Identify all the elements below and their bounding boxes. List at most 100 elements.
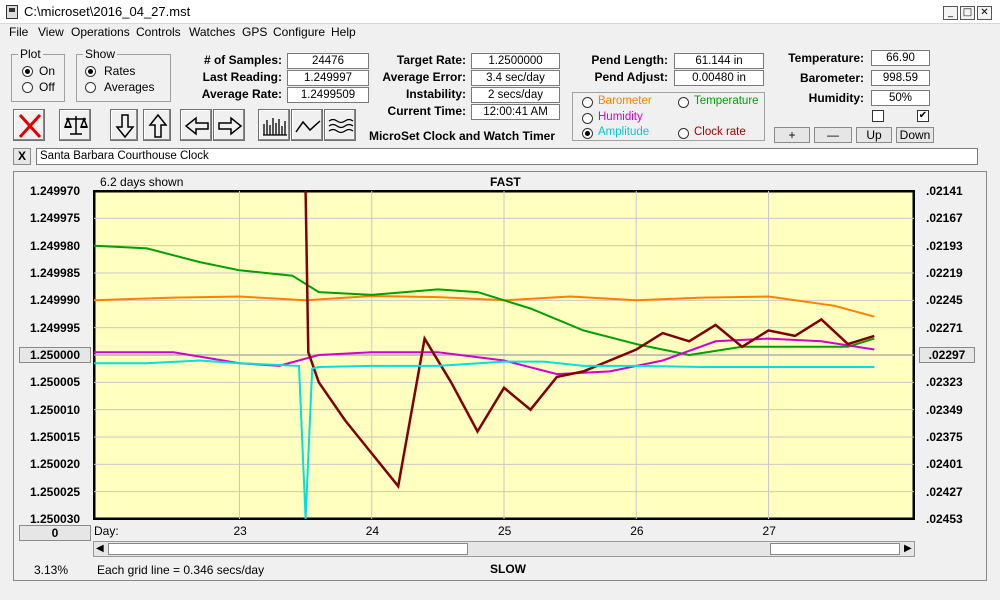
temperature-field: 66.90 xyxy=(871,50,930,66)
y-left-tick-label: 1.249990 xyxy=(30,293,81,308)
y-left-tick-label: 1.249980 xyxy=(30,238,81,253)
average-error-label: Average Error: xyxy=(382,70,466,84)
minus-button[interactable]: — xyxy=(814,127,852,143)
show-rates-label: Rates xyxy=(104,64,136,78)
sensor-checkbox-2[interactable]: ✔ xyxy=(917,110,929,122)
series-clock-rate-label: Clock rate xyxy=(694,126,746,138)
y-left-tick-label: 1.249985 xyxy=(30,266,81,280)
menu-file[interactable]: File xyxy=(9,25,28,39)
series-temperature-radio[interactable] xyxy=(678,97,689,108)
scrollbar-thumb[interactable] xyxy=(108,543,468,555)
y-right-tick-label: .02245 xyxy=(926,293,963,308)
clock-close-button[interactable]: X xyxy=(13,148,31,165)
humidity-field: 50% xyxy=(871,90,930,106)
menu-watches[interactable]: Watches xyxy=(189,25,235,39)
y-right-tick-label: .02141 xyxy=(926,184,963,198)
scroll-left-button[interactable] xyxy=(180,109,212,141)
x-icon xyxy=(18,113,42,139)
show-group: Show Rates Averages xyxy=(76,47,171,102)
y-right-tick-label: .02167 xyxy=(926,211,963,226)
scroll-down-button[interactable] xyxy=(110,109,138,141)
sensor-checkbox-1[interactable] xyxy=(872,110,884,122)
y-right-tick-label: .02401 xyxy=(926,457,963,472)
plot-group-title: Plot xyxy=(18,47,43,61)
menu-view[interactable]: View xyxy=(38,25,64,39)
up-button[interactable]: Up xyxy=(856,127,892,143)
x-tick-label: 26 xyxy=(630,524,644,538)
y-right-tick-label: .02375 xyxy=(926,430,963,444)
average-rate-label: Average Rate: xyxy=(201,87,282,101)
down-button[interactable]: Down xyxy=(896,127,934,143)
stop-button[interactable] xyxy=(13,109,45,141)
series-humidity-radio[interactable] xyxy=(582,113,593,124)
series-amplitude-radio[interactable] xyxy=(582,128,593,139)
barometer-label: Barometer: xyxy=(799,71,864,85)
balance-button[interactable] xyxy=(59,109,91,141)
y-left-tick-label: 1.250030 xyxy=(30,512,81,526)
right-center-value-button[interactable]: .02297 xyxy=(919,347,975,363)
arrow-down-icon xyxy=(115,114,135,139)
plot-on-label: On xyxy=(39,64,56,78)
plot-on-radio[interactable] xyxy=(22,66,33,77)
series-clock-rate-radio[interactable] xyxy=(678,128,689,139)
scroll-right-button[interactable] xyxy=(213,109,245,141)
plot-off-radio[interactable] xyxy=(22,82,33,93)
series-barometer-radio[interactable] xyxy=(582,97,593,108)
series-amplitude-label: Amplitude xyxy=(598,126,650,138)
y-right-tick-label: .02349 xyxy=(926,402,963,417)
humidity-label: Humidity: xyxy=(808,91,864,105)
plus-button[interactable]: + xyxy=(774,127,810,143)
fast-label: FAST xyxy=(490,175,521,189)
menu-operations[interactable]: Operations xyxy=(71,25,130,39)
show-rates-radio[interactable] xyxy=(85,66,96,77)
clock-name-field[interactable]: Santa Barbara Courthouse Clock xyxy=(36,148,978,165)
series-humidity-label: Humidity xyxy=(598,111,643,123)
wave-graph-button[interactable] xyxy=(324,109,356,141)
close-button[interactable]: ✕ xyxy=(977,6,992,20)
y-left-tick-label: 1.250025 xyxy=(30,484,81,499)
chart-plot-area xyxy=(93,190,915,520)
series-barometer-label: Barometer xyxy=(598,95,652,107)
y-right-tick-label: .02427 xyxy=(926,484,963,499)
instability-label: Instability: xyxy=(405,87,466,101)
x-axis-label: Day: xyxy=(94,524,119,538)
show-group-title: Show xyxy=(83,47,118,61)
y-left-tick-label: 1.250020 xyxy=(30,457,81,472)
app-name: MicroSet Clock and Watch Timer xyxy=(368,129,556,143)
horizontal-scrollbar[interactable]: ◀ ▶ xyxy=(93,541,915,557)
line-graph-button[interactable] xyxy=(291,109,323,141)
menu-help[interactable]: Help xyxy=(331,25,356,39)
scroll-left-arrow-icon[interactable]: ◀ xyxy=(96,543,104,554)
show-averages-radio[interactable] xyxy=(85,82,96,93)
series-temperature-label: Temperature xyxy=(694,95,759,107)
zero-button[interactable]: 0 xyxy=(19,525,91,541)
grid-note: Each grid line = 0.346 secs/day xyxy=(97,563,265,577)
title-bar: C:\microset\2016_04_27.mst _ □ ✕ xyxy=(0,0,1000,24)
instability-field: 2 secs/day xyxy=(471,87,560,103)
maximize-button[interactable]: □ xyxy=(960,6,975,20)
bar-graph-button[interactable] xyxy=(258,109,290,141)
arrow-right-icon xyxy=(218,116,243,136)
pend-adjust-label: Pend Adjust: xyxy=(594,70,668,84)
scroll-right-arrow-icon[interactable]: ▶ xyxy=(904,543,912,554)
current-time-field: 12:00:41 AM xyxy=(471,104,560,120)
show-averages-label: Averages xyxy=(104,80,155,94)
y-left-tick-label: 1.250010 xyxy=(30,402,81,417)
menu-gps[interactable]: GPS xyxy=(242,25,267,39)
last-reading-label: Last Reading: xyxy=(202,70,282,84)
menu-configure[interactable]: Configure xyxy=(273,25,325,39)
scrollbar-thumb-2[interactable] xyxy=(770,543,900,555)
scroll-up-button[interactable] xyxy=(143,109,171,141)
arrow-left-icon xyxy=(184,116,209,136)
target-rate-label: Target Rate: xyxy=(396,53,466,67)
pend-length-label: Pend Length: xyxy=(591,53,668,67)
bar-graph-icon xyxy=(263,118,287,136)
y-left-tick-label: 1.249995 xyxy=(30,320,81,335)
menu-controls[interactable]: Controls xyxy=(136,25,181,39)
current-time-label: Current Time: xyxy=(387,104,466,118)
barometer-field: 998.59 xyxy=(871,70,930,86)
left-center-value-button[interactable]: 1.250000 xyxy=(19,347,91,363)
minimize-button[interactable]: _ xyxy=(943,6,958,20)
average-error-field: 3.4 sec/day xyxy=(471,70,560,86)
y-right-tick-label: .02453 xyxy=(926,512,963,526)
